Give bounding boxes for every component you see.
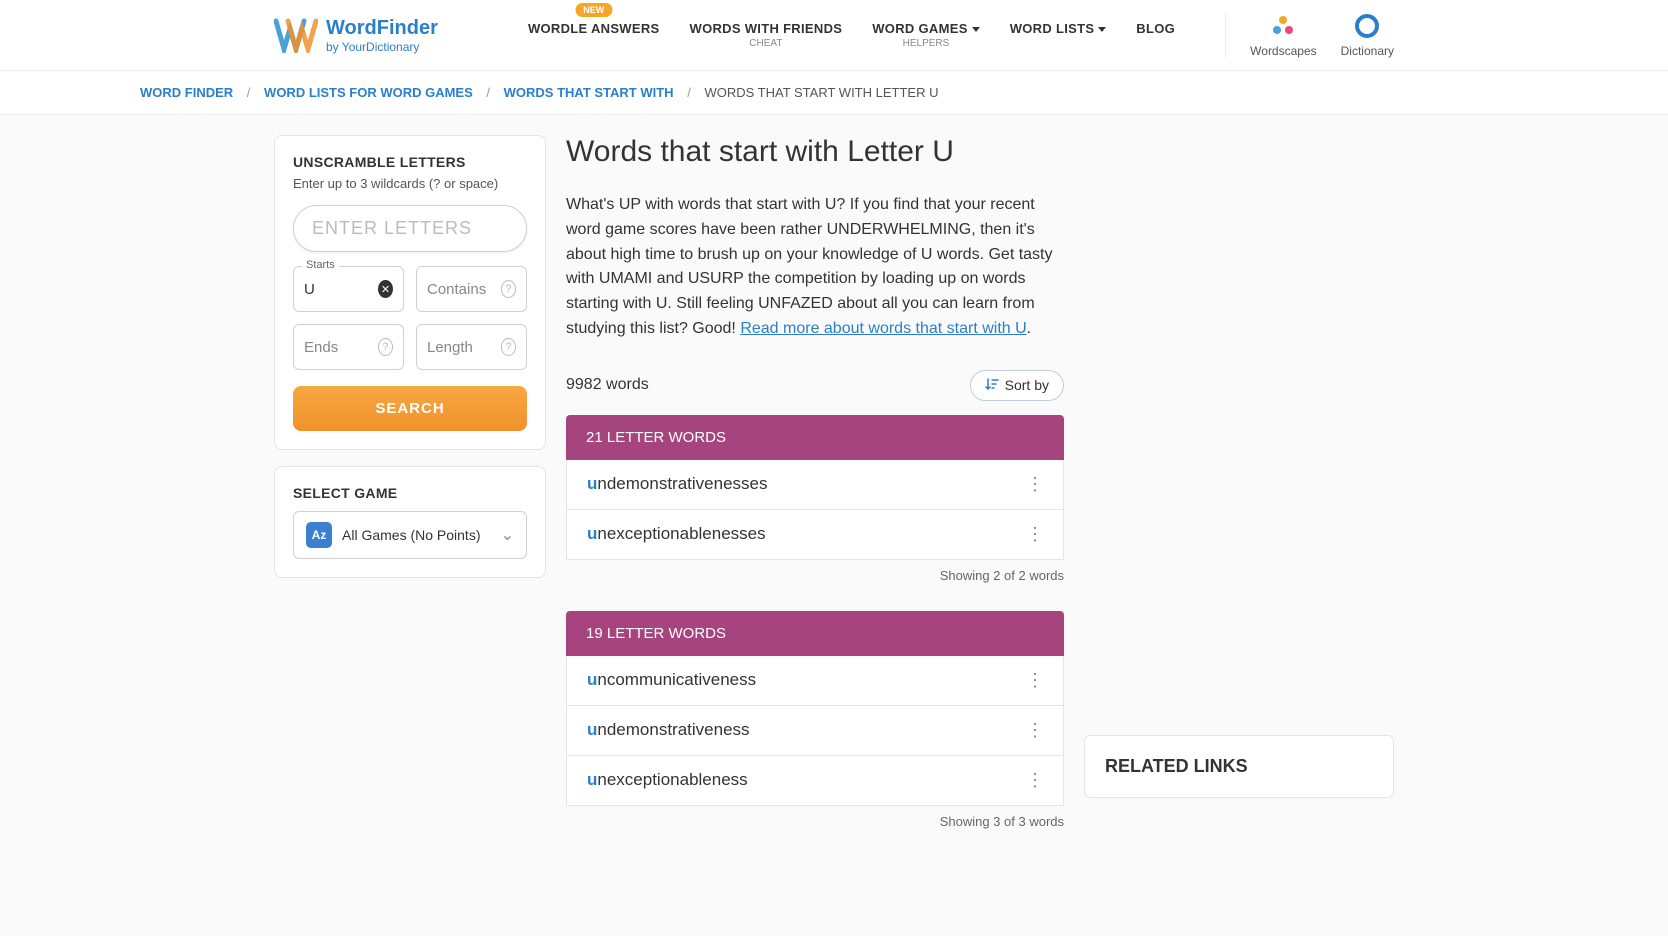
ends-filter[interactable]: ? bbox=[293, 324, 404, 370]
select-game-title: SELECT GAME bbox=[293, 485, 527, 501]
length-filter[interactable]: ? bbox=[416, 324, 527, 370]
chevron-down-icon bbox=[972, 27, 980, 32]
chevron-down-icon: ⌄ bbox=[501, 525, 514, 545]
related-links-box: RELATED LINKS bbox=[1084, 735, 1394, 798]
more-icon[interactable]: ⋮ bbox=[1026, 524, 1043, 545]
page-title: Words that start with Letter U bbox=[566, 135, 1064, 169]
chevron-down-icon bbox=[1098, 27, 1106, 32]
clear-icon[interactable]: ✕ bbox=[378, 280, 393, 298]
search-button[interactable]: SEARCH bbox=[293, 386, 527, 431]
group-header: 21 LETTER WORDS bbox=[566, 415, 1064, 460]
contains-input[interactable] bbox=[427, 281, 501, 298]
help-icon[interactable]: ? bbox=[501, 280, 516, 298]
more-icon[interactable]: ⋮ bbox=[1026, 720, 1043, 741]
letters-input[interactable] bbox=[293, 205, 527, 252]
breadcrumb-link[interactable]: WORDS THAT START WITH bbox=[504, 85, 674, 100]
word-row[interactable]: undemonstrativeness ⋮ bbox=[566, 706, 1064, 756]
starts-input[interactable] bbox=[304, 281, 378, 298]
sort-button[interactable]: Sort by bbox=[970, 370, 1064, 401]
game-value: All Games (No Points) bbox=[342, 527, 501, 543]
select-game-card: SELECT GAME Az All Games (No Points) ⌄ bbox=[274, 466, 546, 578]
word-group: 21 LETTER WORDS undemonstrativenesses ⋮ … bbox=[566, 415, 1064, 560]
header: WordFinder by YourDictionary NEW WORDLE … bbox=[0, 0, 1668, 71]
game-selector[interactable]: Az All Games (No Points) ⌄ bbox=[293, 511, 527, 559]
dictionary-icon bbox=[1353, 12, 1381, 40]
unscramble-hint: Enter up to 3 wildcards (? or space) bbox=[293, 176, 527, 191]
word-group: 19 LETTER WORDS uncommunicativeness ⋮ un… bbox=[566, 611, 1064, 806]
game-icon: Az bbox=[306, 522, 332, 548]
nav-word-games[interactable]: WORD GAMES HELPERS bbox=[872, 21, 979, 49]
intro-text: What's UP with words that start with U? … bbox=[566, 193, 1064, 342]
breadcrumb-link[interactable]: WORD LISTS FOR WORD GAMES bbox=[264, 85, 473, 100]
wordfinder-logo-icon bbox=[274, 17, 318, 53]
related-title: RELATED LINKS bbox=[1105, 756, 1373, 777]
header-link-dictionary[interactable]: Dictionary bbox=[1341, 12, 1394, 58]
breadcrumb-current: WORDS THAT START WITH LETTER U bbox=[704, 85, 938, 100]
more-icon[interactable]: ⋮ bbox=[1026, 670, 1043, 691]
unscramble-title: UNSCRAMBLE LETTERS bbox=[293, 154, 527, 170]
breadcrumb-link[interactable]: WORD FINDER bbox=[140, 85, 233, 100]
help-icon[interactable]: ? bbox=[501, 338, 516, 356]
starts-filter[interactable]: Starts ✕ bbox=[293, 266, 404, 312]
logo-sub: by YourDictionary bbox=[326, 40, 438, 54]
word-row[interactable]: undemonstrativenesses ⋮ bbox=[566, 460, 1064, 510]
contains-filter[interactable]: ? bbox=[416, 266, 527, 312]
word-row[interactable]: uncommunicativeness ⋮ bbox=[566, 656, 1064, 706]
unscramble-card: UNSCRAMBLE LETTERS Enter up to 3 wildcar… bbox=[274, 135, 546, 450]
new-badge: NEW bbox=[575, 3, 612, 17]
more-icon[interactable]: ⋮ bbox=[1026, 770, 1043, 791]
read-more-link[interactable]: Read more about words that start with U bbox=[740, 320, 1026, 337]
breadcrumb: WORD FINDER / WORD LISTS FOR WORD GAMES … bbox=[0, 71, 1668, 115]
wordscapes-icon bbox=[1269, 12, 1297, 40]
group-header: 19 LETTER WORDS bbox=[566, 611, 1064, 656]
logo-main: WordFinder bbox=[326, 17, 438, 40]
logo[interactable]: WordFinder by YourDictionary bbox=[274, 17, 438, 54]
ends-input[interactable] bbox=[304, 339, 378, 356]
nav-blog[interactable]: BLOG bbox=[1136, 21, 1175, 49]
main-nav: NEW WORDLE ANSWERS WORDS WITH FRIENDS CH… bbox=[478, 21, 1225, 49]
sort-icon bbox=[985, 377, 999, 394]
header-link-wordscapes[interactable]: Wordscapes bbox=[1250, 12, 1316, 58]
length-input[interactable] bbox=[427, 339, 501, 356]
word-row[interactable]: unexceptionableness ⋮ bbox=[566, 756, 1064, 806]
showing-count: Showing 3 of 3 words bbox=[566, 814, 1064, 829]
results-count: 9982 words bbox=[566, 376, 649, 394]
nav-wordle[interactable]: NEW WORDLE ANSWERS bbox=[528, 21, 660, 49]
nav-wwf[interactable]: WORDS WITH FRIENDS CHEAT bbox=[690, 21, 843, 49]
word-row[interactable]: unexceptionablenesses ⋮ bbox=[566, 510, 1064, 560]
nav-word-lists[interactable]: WORD LISTS bbox=[1010, 21, 1107, 49]
showing-count: Showing 2 of 2 words bbox=[566, 568, 1064, 583]
more-icon[interactable]: ⋮ bbox=[1026, 474, 1043, 495]
help-icon[interactable]: ? bbox=[378, 338, 393, 356]
